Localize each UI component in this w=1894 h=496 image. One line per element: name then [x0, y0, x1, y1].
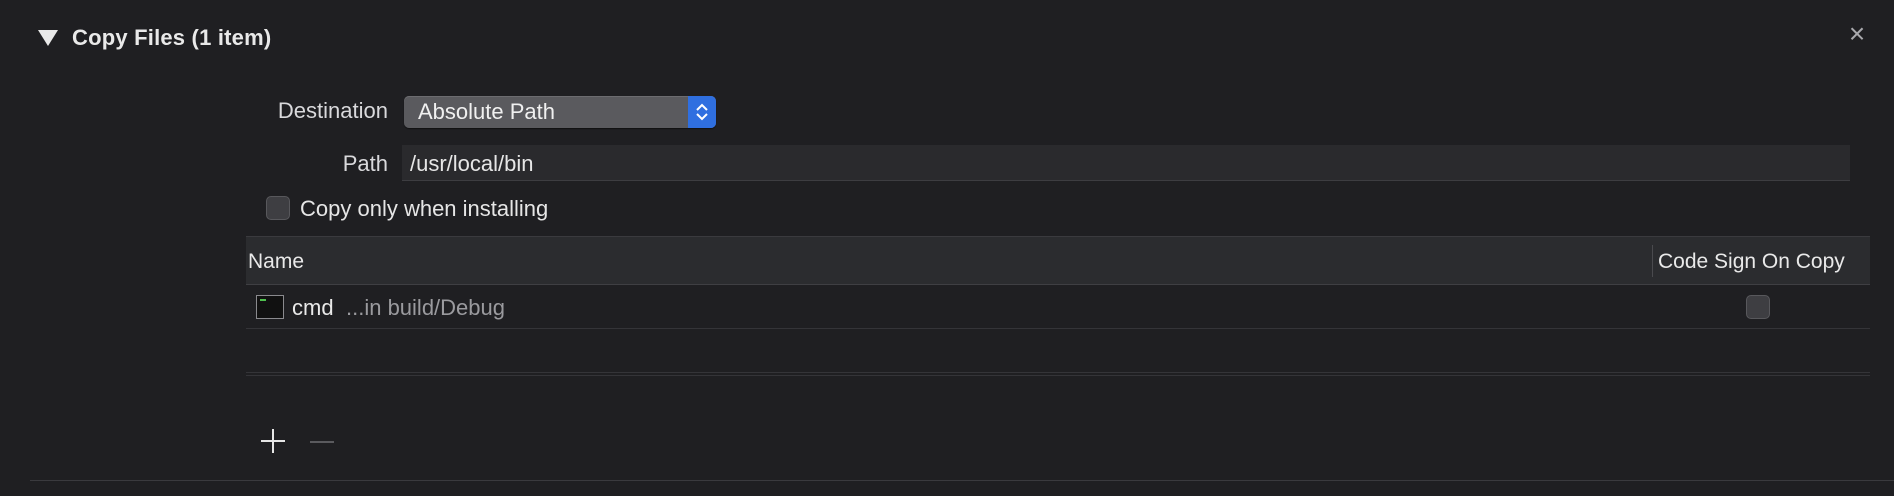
minus-icon[interactable] — [310, 441, 334, 443]
destination-value: Absolute Path — [418, 99, 555, 124]
table-header: Name Code Sign On Copy — [246, 237, 1870, 285]
path-label: Path — [342, 151, 388, 176]
destination-label: Destination — [277, 98, 388, 123]
copy-files-build-phase: Copy Files (1 item) × Destination Absolu… — [0, 0, 1894, 496]
phase-header[interactable]: Copy Files (1 item) — [30, 18, 271, 58]
path-value: /usr/local/bin — [410, 151, 534, 176]
table-row[interactable]: cmd ...in build/Debug — [246, 285, 1870, 329]
column-header-code-sign-on-copy[interactable]: Code Sign On Copy — [1658, 250, 1845, 274]
path-input[interactable]: /usr/local/bin — [402, 145, 1850, 181]
section-divider — [30, 480, 1894, 481]
copy-only-when-installing-label[interactable]: Copy only when installing — [300, 196, 548, 222]
table-row-empty — [246, 375, 1870, 376]
copy-only-when-installing-checkbox[interactable] — [266, 196, 290, 220]
close-icon[interactable]: × — [1846, 20, 1868, 48]
files-table: Name Code Sign On Copy cmd ...in build/D… — [246, 236, 1870, 420]
terminal-executable-icon — [256, 295, 284, 319]
table-row-empty — [246, 329, 1870, 373]
table-footer — [246, 426, 366, 460]
column-header-name[interactable]: Name — [248, 250, 304, 274]
column-divider[interactable] — [1652, 245, 1653, 277]
phase-title: Copy Files (1 item) — [72, 25, 272, 50]
disclosure-triangle-down-icon[interactable] — [38, 30, 58, 46]
plus-icon[interactable] — [260, 428, 286, 454]
code-sign-on-copy-checkbox[interactable] — [1746, 295, 1770, 319]
up-down-chevron-icon — [688, 96, 716, 128]
file-location: ...in build/Debug — [346, 295, 505, 320]
file-name: cmd — [292, 295, 334, 320]
destination-select[interactable]: Absolute Path — [404, 96, 716, 128]
